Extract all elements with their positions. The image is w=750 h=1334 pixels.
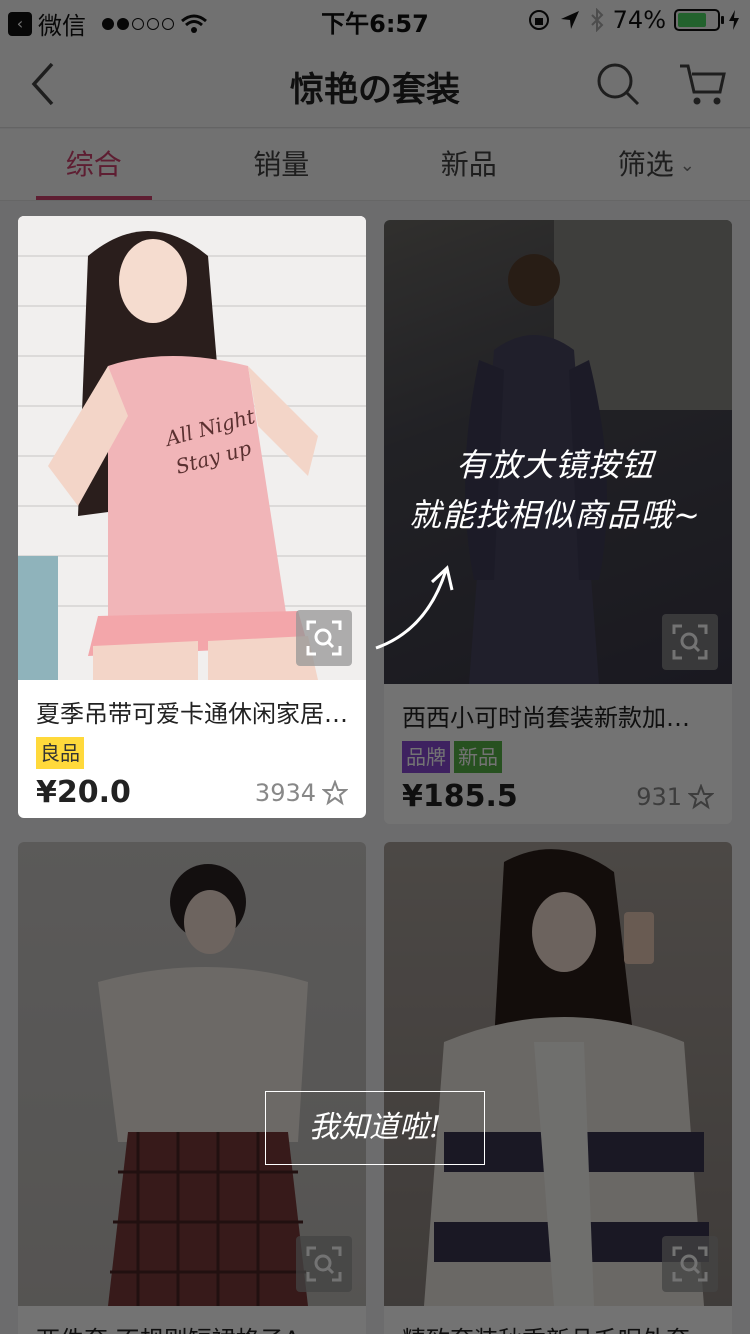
price-row: ¥185.5 931 [384, 773, 732, 814]
like-count-value: 3934 [254, 778, 316, 807]
product-card[interactable]: 两件套 不规则短裙格子A… [18, 842, 366, 1334]
guide-tip-line-1: 有放大镜按钮 [455, 446, 654, 484]
product-badges: 良品 [18, 729, 366, 769]
dismiss-guide-button[interactable]: 我知道啦! [265, 1091, 485, 1165]
location-icon [560, 11, 579, 29]
battery-percent: 74% [612, 6, 666, 34]
like-count[interactable]: 3934 [255, 779, 348, 807]
charging-icon [729, 10, 739, 30]
product-title: 夏季吊带可爱卡通休闲家居… [36, 700, 348, 728]
zoom-search-icon [672, 1246, 708, 1282]
guide-tip-text: 有放大镜按钮 就能找相似商品哦~ [360, 440, 750, 540]
status-right: 74% [527, 6, 740, 34]
product-image[interactable]: All Night Stay up [18, 216, 366, 680]
find-similar-button[interactable] [662, 614, 718, 670]
find-similar-button[interactable] [296, 1236, 352, 1292]
status-bar: ‹ 微信 下午6:57 74% [0, 0, 750, 40]
find-similar-button[interactable] [662, 1236, 718, 1292]
like-count[interactable]: 931 [636, 783, 714, 811]
tab-sales[interactable]: 销量 [188, 129, 376, 200]
product-image[interactable] [18, 842, 366, 1306]
badge-good: 良品 [36, 737, 84, 769]
star-icon[interactable] [688, 783, 714, 810]
star-icon[interactable] [322, 779, 348, 806]
chevron-down-icon: ⌄ [679, 155, 695, 176]
product-price: ¥185.5 [402, 779, 518, 814]
zoom-search-icon [306, 1246, 342, 1282]
nav-bar: 惊艳の套装 [0, 40, 750, 128]
product-card[interactable]: 精致套装秋季新品毛呢外套… [384, 842, 732, 1334]
search-icon[interactable] [594, 60, 642, 108]
product-title: 西西小可时尚套装新款加… [402, 704, 690, 732]
product-card-highlighted[interactable]: All Night Stay up 夏季吊带可爱卡通休闲家居… 良品 ¥20.0… [18, 216, 366, 818]
product-badges: 品牌 新品 [384, 733, 732, 773]
cart-icon[interactable] [678, 60, 728, 108]
badge-brand: 品牌 [402, 741, 450, 773]
find-similar-button[interactable] [296, 610, 352, 666]
rotation-lock-icon [528, 10, 549, 30]
bluetooth-icon [590, 8, 604, 32]
product-price: ¥20.0 [36, 775, 131, 810]
zoom-search-icon [672, 624, 708, 660]
product-image[interactable] [384, 842, 732, 1306]
product-title: 精致套装秋季新品毛呢外套… [384, 1306, 732, 1334]
price-row: ¥20.0 3934 [18, 769, 366, 810]
product-title: 两件套 不规则短裙格子A… [18, 1306, 366, 1334]
like-count-value: 931 [636, 782, 682, 811]
battery-icon [674, 9, 724, 31]
sort-tabs: 综合 销量 新品 筛选 ⌄ [0, 129, 750, 201]
guide-arrow-icon [375, 565, 454, 650]
zoom-search-icon [306, 620, 342, 656]
guide-tip-line-2: 就能找相似商品哦~ [409, 496, 701, 534]
tab-filter[interactable]: 筛选 ⌄ [563, 129, 750, 200]
tab-new[interactable]: 新品 [375, 129, 563, 200]
badge-new: 新品 [454, 741, 502, 773]
tab-comprehensive[interactable]: 综合 [0, 129, 188, 200]
